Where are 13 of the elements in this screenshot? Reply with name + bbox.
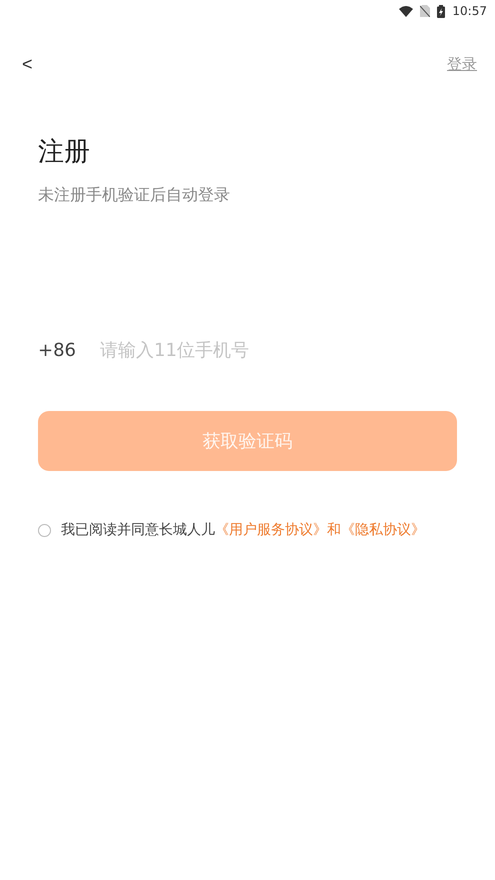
privacy-policy-link[interactable]: 《隐私协议》 [341,522,425,538]
agree-checkbox[interactable] [38,524,51,536]
page-title: 注册 [38,136,91,169]
battery-icon [437,4,446,18]
country-code[interactable]: +86 [38,340,76,361]
back-button[interactable]: < [20,54,35,74]
wifi-icon [399,6,414,16]
user-agreement-link[interactable]: 《用户服务协议》 [215,522,327,538]
status-time: 10:57 [452,4,487,18]
agreement-text: 我已阅读并同意长城人儿《用户服务协议》和《隐私协议》 [61,521,425,539]
login-link[interactable]: 登录 [447,54,477,74]
no-sim-icon [420,5,430,17]
subtitle: 未注册手机验证后自动登录 [38,185,231,206]
